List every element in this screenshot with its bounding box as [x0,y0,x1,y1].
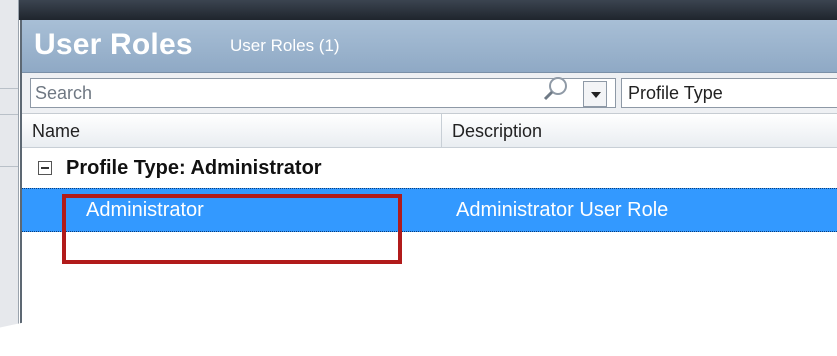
annotation-highlight-box [62,194,402,264]
rail-divider [0,88,18,89]
group-label: Profile Type: Administrator [66,157,322,179]
screenshot-region: User Roles User Roles (1) Profile Type N… [0,0,837,339]
group-row[interactable]: Profile Type: Administrator [22,152,837,186]
search-toolbar: Profile Type [22,73,837,114]
rail-divider [0,114,18,115]
window-top-bar [0,0,837,20]
collapse-minus-icon[interactable] [38,161,52,175]
search-input[interactable] [30,78,616,108]
column-header-description[interactable]: Description [442,114,837,148]
profile-type-filter[interactable]: Profile Type [621,78,837,108]
page-title: User Roles [34,28,193,61]
magnifier-icon[interactable] [540,75,570,105]
column-header-name[interactable]: Name [22,114,442,148]
left-navigation-rail [0,0,19,339]
role-description-cell: Administrator User Role [456,199,669,221]
rail-divider [0,166,18,167]
search-options-dropdown-button[interactable] [583,81,607,107]
page-subtitle: User Roles (1) [230,36,340,55]
panel-header: User Roles User Roles (1) [22,20,837,73]
user-roles-panel: User Roles User Roles (1) Profile Type N… [20,20,837,339]
